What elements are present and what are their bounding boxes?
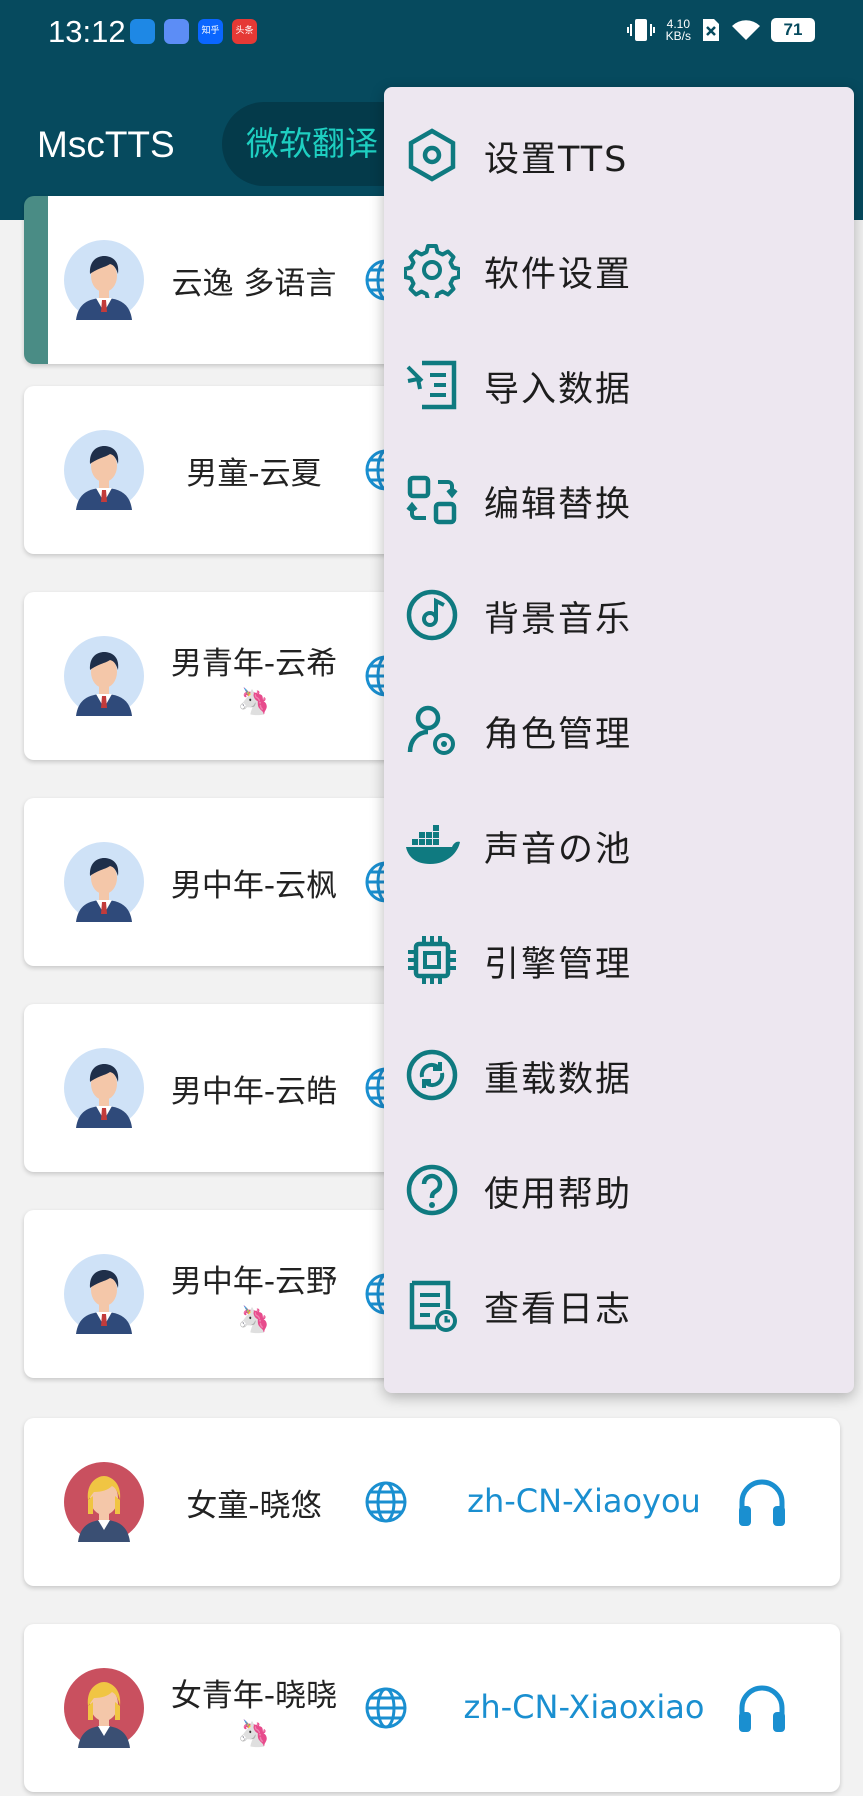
voice-name: 云逸 多语言 (154, 258, 354, 303)
avatar (64, 636, 144, 716)
voice-name-text: 女青年-晓晓 (170, 1678, 338, 1714)
voice-name-text: 男童-云夏 (186, 456, 322, 492)
net-speed: 4.10 KB/s (666, 18, 691, 42)
menu-item[interactable]: 背景音乐 (384, 557, 854, 672)
avatar (64, 430, 144, 510)
log-icon (404, 1277, 460, 1333)
menu-item-label: 查看日志 (484, 1290, 633, 1330)
menu-item-label: 引擎管理 (484, 945, 633, 985)
voice-card[interactable]: 女青年-晓晓 🦄 zh-CN-Xiaoxiao (24, 1624, 840, 1792)
voice-id: zh-CN-Xiaoxiao (463, 1688, 705, 1726)
gear-icon (403, 242, 461, 302)
hexagon-settings-icon (404, 127, 460, 183)
wifi-icon (732, 20, 760, 40)
menu-item[interactable]: 使用帮助 (384, 1132, 854, 1247)
voice-name-text: 男中年-云野 (170, 1264, 338, 1300)
globe-icon (364, 1686, 408, 1730)
status-time: 13:12 (48, 14, 126, 49)
vibrate-icon (626, 19, 655, 41)
replace-icon (404, 472, 460, 528)
menu-item[interactable]: 导入数据 (384, 327, 854, 442)
status-app-icons: 知乎 头条 (130, 19, 257, 44)
menu-item[interactable]: 角色管理 (384, 672, 854, 787)
menu-item-label: 设置TTS (484, 140, 629, 180)
voice-id: zh-CN-Xiaoyou (467, 1482, 701, 1520)
voice-name: 男青年-云希 🦄 (154, 638, 354, 717)
menu-item[interactable]: 软件设置 (384, 212, 854, 327)
overflow-menu: 设置TTS 软件设置导入数据编辑替换背景音乐角色管理声音の池引擎管理重载数据使用帮… (384, 87, 854, 1393)
avatar (64, 842, 144, 922)
voice-name: 女青年-晓晓 🦄 (154, 1670, 354, 1749)
headphones-icon[interactable] (734, 1474, 790, 1530)
avatar (64, 1668, 144, 1748)
avatar (64, 1048, 144, 1128)
voice-name-text: 男中年-云皓 (170, 1074, 338, 1110)
menu-item-label: 编辑替换 (484, 485, 633, 525)
menu-item[interactable]: 编辑替换 (384, 442, 854, 557)
status-indicators: 4.10 KB/s 71 (626, 16, 815, 44)
menu-item[interactable]: 声音の池 (384, 787, 854, 902)
status-bar: 13:12 知乎 头条 4.10 KB/s 71 (0, 0, 863, 66)
avatar (64, 1254, 144, 1334)
app-title: MscTTS (37, 124, 175, 165)
battery-indicator: 71 (771, 18, 815, 42)
qq-browser-icon (130, 19, 155, 44)
import-icon (404, 357, 460, 413)
globe-icon (364, 1480, 408, 1524)
menu-item[interactable]: 重载数据 (384, 1017, 854, 1132)
menu-item-label: 使用帮助 (484, 1175, 633, 1215)
avatar (64, 240, 144, 320)
voice-name-text: 女童-晓悠 (186, 1488, 322, 1524)
user-settings-icon (404, 702, 460, 758)
menu-item-label: 软件设置 (484, 255, 633, 295)
voice-name: 女童-晓悠 (154, 1480, 354, 1525)
menu-item-label: 重载数据 (484, 1060, 633, 1100)
menu-item[interactable]: 引擎管理 (384, 902, 854, 1017)
unicorn-icon: 🦄 (237, 1305, 271, 1335)
zhihu-icon: 知乎 (198, 19, 223, 44)
music-disc-icon (404, 587, 460, 643)
menu-item-label: 角色管理 (484, 715, 633, 755)
chip-icon (404, 932, 460, 988)
voice-name: 男中年-云野 🦄 (154, 1256, 354, 1335)
voice-name-text: 云逸 多语言 (171, 266, 337, 302)
menu-item[interactable]: 查看日志 (384, 1247, 854, 1362)
docker-whale-icon (404, 817, 460, 873)
help-icon (404, 1162, 460, 1218)
voice-card[interactable]: 女童-晓悠 zh-CN-Xiaoyou (24, 1418, 840, 1586)
baidu-netdisk-icon (164, 19, 189, 44)
menu-item[interactable]: 设置TTS (384, 97, 854, 212)
avatar (64, 1462, 144, 1542)
voice-name: 男童-云夏 (154, 448, 354, 493)
unicorn-icon: 🦄 (237, 687, 271, 717)
voice-name-text: 男青年-云希 (170, 646, 338, 682)
menu-item-label: 声音の池 (484, 830, 633, 870)
refresh-icon (404, 1047, 460, 1103)
no-sim-icon (703, 19, 719, 41)
net-speed-unit: KB/s (665, 29, 691, 43)
menu-item-label: 背景音乐 (484, 600, 633, 640)
headphones-icon[interactable] (734, 1680, 790, 1736)
menu-item-label: 导入数据 (484, 370, 633, 410)
voice-name: 男中年-云皓 (154, 1066, 354, 1111)
toutiao-icon: 头条 (232, 19, 257, 44)
unicorn-icon: 🦄 (237, 1719, 271, 1749)
voice-name: 男中年-云枫 (154, 860, 354, 905)
voice-name-text: 男中年-云枫 (170, 868, 338, 904)
